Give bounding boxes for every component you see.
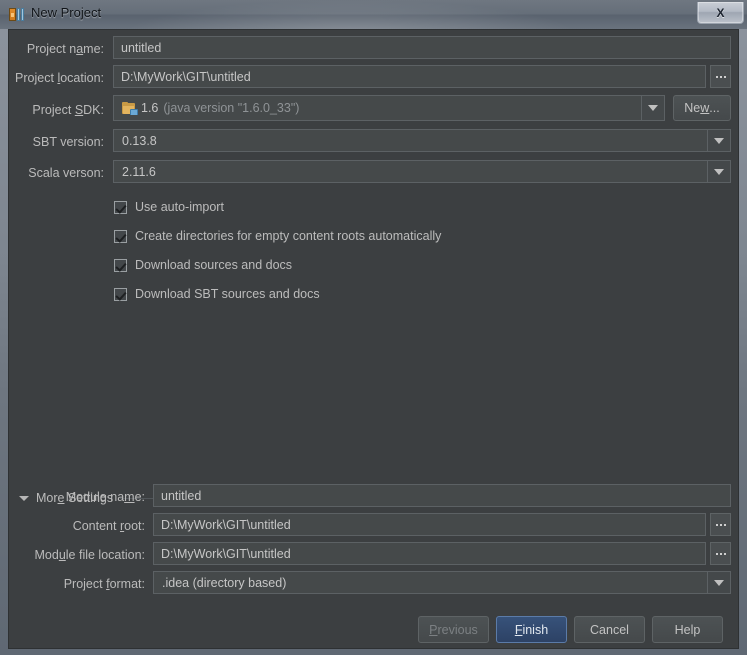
project-sdk-combobox[interactable]: 1.6 (java version "1.6.0_33") [113, 95, 665, 121]
module-name-input[interactable]: untitled [153, 484, 731, 507]
scala-version-combobox[interactable]: 2.11.6 [113, 160, 731, 183]
module-file-location-input[interactable]: D:\MyWork\GIT\untitled [153, 542, 706, 565]
window-title: New Project [31, 5, 101, 20]
project-location-browse-button[interactable] [710, 65, 731, 88]
checkbox-download-sources-and-docs[interactable]: Download sources and docs [114, 258, 292, 272]
checkbox-label: Download sources and docs [135, 258, 292, 272]
previous-button[interactable]: Previous [418, 616, 489, 643]
project-sdk-dropdown-arrow[interactable] [641, 96, 664, 120]
ellipsis-dot [716, 76, 718, 78]
checkbox-create-directories[interactable]: Create directories for empty content roo… [114, 229, 441, 243]
module-name-label: Module name: [29, 490, 145, 504]
content-root-browse-button[interactable] [710, 513, 731, 536]
project-sdk-label: Project SDK: [9, 103, 104, 117]
project-name-input[interactable]: untitled [113, 36, 731, 59]
dialog-client-area: Project name: untitled Project location:… [8, 29, 739, 649]
checkbox-icon[interactable] [114, 288, 127, 301]
chevron-down-icon [714, 169, 724, 175]
chevron-down-icon [648, 105, 658, 111]
java-sdk-folder-icon [122, 102, 137, 115]
ellipsis-dot [720, 76, 722, 78]
project-name-label: Project name: [9, 42, 104, 56]
scala-version-dropdown-arrow[interactable] [707, 161, 730, 182]
module-file-location-label: Module file location: [29, 548, 145, 562]
project-location-label: Project location: [9, 71, 104, 85]
chevron-down-icon [714, 580, 724, 586]
new-project-dialog-window: New Project X Project name: untitled Pro… [0, 0, 747, 655]
close-icon[interactable]: X [697, 2, 744, 24]
ellipsis-dot [716, 553, 718, 555]
checkbox-icon[interactable] [114, 201, 127, 214]
intellij-idea-icon [9, 7, 25, 23]
ellipsis-dot [720, 553, 722, 555]
ellipsis-dot [720, 524, 722, 526]
checkbox-icon[interactable] [114, 259, 127, 272]
content-root-input[interactable]: D:\MyWork\GIT\untitled [153, 513, 706, 536]
scala-version-label: Scala verson: [9, 166, 104, 180]
scala-version-value: 2.11.6 [114, 165, 707, 179]
sbt-version-value: 0.13.8 [114, 134, 707, 148]
checkbox-use-auto-import[interactable]: Use auto-import [114, 200, 224, 214]
ellipsis-dot [724, 553, 726, 555]
sbt-version-dropdown-arrow[interactable] [707, 130, 730, 151]
ellipsis-dot [724, 76, 726, 78]
checkbox-label: Download SBT sources and docs [135, 287, 320, 301]
project-format-combobox[interactable]: .idea (directory based) [153, 571, 731, 594]
project-sdk-version: 1.6 [141, 101, 158, 115]
ellipsis-dot [724, 524, 726, 526]
intellij-icon-bar-1 [17, 8, 20, 21]
checkbox-icon[interactable] [114, 230, 127, 243]
project-format-dropdown-arrow[interactable] [707, 572, 730, 593]
cancel-button[interactable]: Cancel [574, 616, 645, 643]
title-bar[interactable]: New Project X [0, 0, 747, 29]
intellij-icon-orange-block [9, 8, 16, 21]
sbt-version-combobox[interactable]: 0.13.8 [113, 129, 731, 152]
finish-button[interactable]: Finish [496, 616, 567, 643]
checkbox-label: Create directories for empty content roo… [135, 229, 441, 243]
content-root-label: Content root: [29, 519, 145, 533]
project-format-label: Project format: [29, 577, 145, 591]
sbt-version-label: SBT version: [9, 135, 104, 149]
project-format-value: .idea (directory based) [154, 576, 707, 590]
ellipsis-dot [716, 524, 718, 526]
java-badge-icon [130, 109, 138, 116]
help-button[interactable]: Help [652, 616, 723, 643]
project-location-input[interactable]: D:\MyWork\GIT\untitled [113, 65, 706, 88]
new-sdk-button[interactable]: New... [673, 95, 731, 121]
chevron-down-icon [714, 138, 724, 144]
chevron-down-icon [19, 496, 29, 501]
project-sdk-value: 1.6 (java version "1.6.0_33") [114, 101, 641, 115]
title-bar-background [0, 0, 747, 29]
project-sdk-detail: (java version "1.6.0_33") [163, 101, 299, 115]
checkbox-label: Use auto-import [135, 200, 224, 214]
intellij-icon-bar-2 [21, 8, 24, 21]
checkbox-download-sbt-sources-and-docs[interactable]: Download SBT sources and docs [114, 287, 320, 301]
module-file-location-browse-button[interactable] [710, 542, 731, 565]
